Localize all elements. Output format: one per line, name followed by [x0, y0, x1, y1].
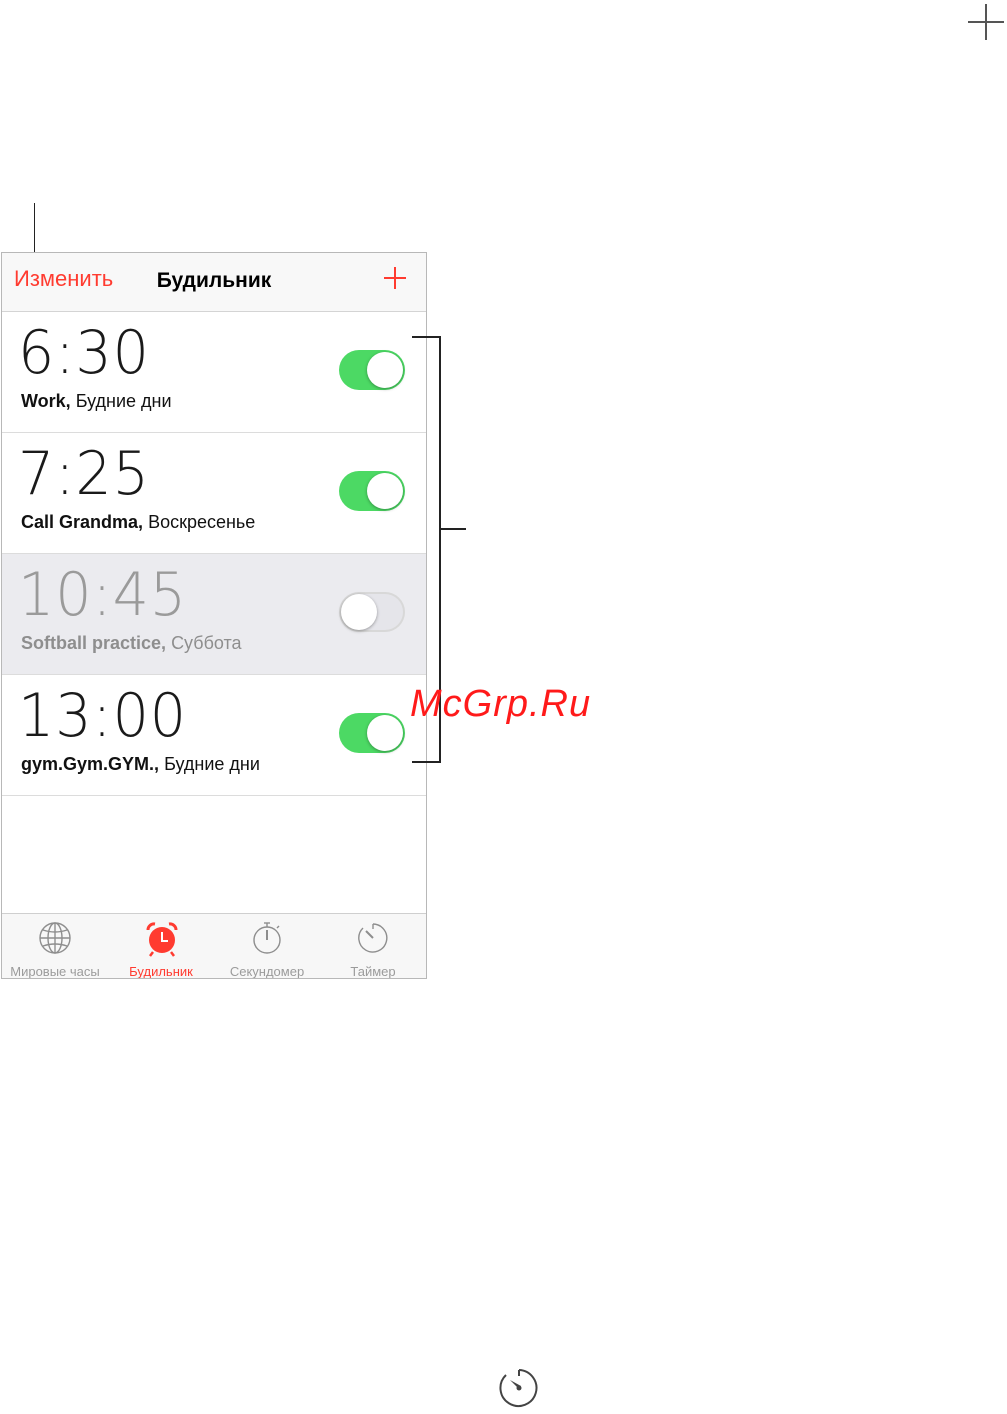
clock-app-screen: Изменить Будильник 6:30 Work, Будние дни… — [1, 252, 427, 979]
tab-label: Мировые часы — [10, 964, 100, 979]
alarm-label: Call Grandma, Воскресенье — [21, 512, 255, 533]
alarm-time: 10:45 — [18, 560, 188, 630]
alarm-clock-icon — [146, 922, 178, 957]
globe-icon — [39, 922, 71, 954]
alarm-name: Call Grandma, — [21, 512, 144, 532]
alarm-time: 13:00 — [18, 681, 188, 751]
alarm-list: 6:30 Work, Будние дни 7:25 Call Grandma,… — [2, 312, 426, 796]
bracket-top — [412, 336, 441, 338]
alarm-repeat: Будние дни — [164, 754, 260, 774]
timer-icon — [358, 923, 388, 953]
alarm-name: gym.Gym.GYM., — [21, 754, 160, 774]
alarm-row[interactable]: 10:45 Softball practice, Суббота — [2, 554, 426, 675]
watermark: McGrp.Ru — [410, 683, 592, 725]
alarm-time: 6:30 — [18, 318, 150, 388]
bracket-bottom — [412, 761, 441, 763]
alarm-toggle[interactable] — [339, 713, 405, 753]
tab-stopwatch[interactable]: Секундомер — [214, 914, 320, 979]
timer-icon — [498, 1367, 540, 1414]
alarm-name: Softball practice, — [21, 633, 167, 653]
tab-alarm[interactable]: Будильник — [108, 914, 214, 979]
tab-world-clock[interactable]: Мировые часы — [2, 914, 108, 979]
alarm-repeat: Суббота — [171, 633, 242, 653]
toggle-knob — [367, 715, 403, 751]
alarm-label: gym.Gym.GYM., Будние дни — [21, 754, 260, 775]
alarm-toggle[interactable] — [339, 471, 405, 511]
alarm-row[interactable]: 6:30 Work, Будние дни — [2, 312, 426, 433]
toggle-knob — [341, 594, 377, 630]
tab-bar: Мировые часы Будильник Секундомер Таймер — [2, 913, 426, 979]
alarm-time: 7:25 — [18, 439, 150, 509]
stopwatch-icon — [253, 922, 281, 954]
bracket-pointer — [439, 528, 466, 530]
alarm-label: Softball practice, Суббота — [21, 633, 242, 654]
tab-label: Таймер — [350, 964, 396, 979]
alarm-repeat: Воскресенье — [148, 512, 256, 532]
plus-icon — [968, 4, 1004, 40]
alarm-name: Work, — [21, 391, 71, 411]
alarm-repeat: Будние дни — [75, 391, 172, 411]
alarm-row[interactable]: 7:25 Call Grandma, Воскресенье — [2, 433, 426, 554]
toggle-knob — [367, 352, 403, 388]
add-alarm-button[interactable] — [382, 265, 408, 291]
tab-label: Секундомер — [229, 964, 305, 979]
alarm-toggle[interactable] — [339, 592, 405, 632]
page-title: Будильник — [156, 269, 272, 292]
alarm-toggle[interactable] — [339, 350, 405, 390]
tab-timer[interactable]: Таймер — [320, 914, 426, 979]
navigation-bar: Изменить Будильник — [2, 253, 426, 312]
tab-label: Будильник — [129, 964, 193, 979]
alarm-label: Work, Будние дни — [21, 391, 172, 412]
alarm-row[interactable]: 13:00 gym.Gym.GYM., Будние дни — [2, 675, 426, 796]
toggle-knob — [367, 473, 403, 509]
